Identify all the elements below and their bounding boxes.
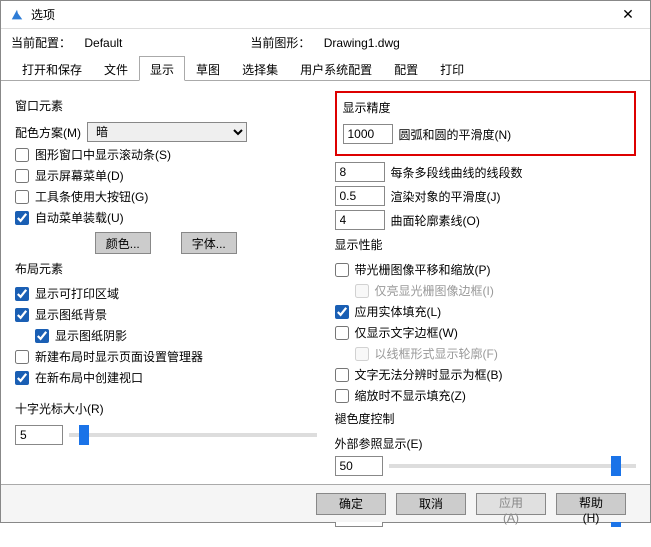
tab-print[interactable]: 打印 — [429, 56, 475, 81]
tab-open-save[interactable]: 打开和保存 — [11, 56, 93, 81]
cb-large-buttons[interactable] — [15, 190, 29, 204]
xref-fade-label: 外部参照显示(E) — [335, 435, 637, 452]
crosshair-slider[interactable] — [69, 433, 317, 437]
cb-text-frame[interactable] — [335, 326, 349, 340]
window-title: 选项 — [31, 6, 55, 23]
apply-button[interactable]: 应用(A) — [476, 493, 546, 515]
color-button[interactable]: 颜色... — [95, 232, 151, 254]
xref-fade-slider[interactable] — [389, 464, 637, 468]
cb-text-as-box[interactable] — [335, 368, 349, 382]
tab-files[interactable]: 文件 — [93, 56, 139, 81]
font-button[interactable]: 字体... — [181, 232, 237, 254]
cb-page-setup-mgr[interactable] — [15, 350, 29, 364]
tab-profiles[interactable]: 配置 — [383, 56, 429, 81]
crosshair-input[interactable] — [15, 425, 63, 445]
cb-printable-area[interactable] — [15, 287, 29, 301]
render-smooth-input[interactable] — [335, 186, 385, 206]
xref-fade-input[interactable] — [335, 456, 383, 476]
cb-screen-menu[interactable] — [15, 169, 29, 183]
cb-scrollbars[interactable] — [15, 148, 29, 162]
help-button[interactable]: 帮助(H) — [556, 493, 626, 515]
close-icon[interactable]: ✕ — [614, 6, 642, 23]
tab-display[interactable]: 显示 — [139, 56, 185, 81]
cb-paper-shadow[interactable] — [35, 329, 49, 343]
section-window-elements: 窗口元素 — [15, 97, 317, 114]
arc-smooth-input[interactable] — [343, 124, 393, 144]
config-value: Default — [84, 36, 122, 50]
tab-user-prefs[interactable]: 用户系统配置 — [289, 56, 383, 81]
arc-smooth-label: 圆弧和圆的平滑度(N) — [399, 126, 512, 143]
section-crosshair: 十字光标大小(R) — [15, 400, 317, 417]
ok-button[interactable]: 确定 — [316, 493, 386, 515]
section-layout-elements: 布局元素 — [15, 260, 317, 277]
scheme-select[interactable]: 暗 — [87, 122, 247, 142]
cb-raster-pan[interactable] — [335, 263, 349, 277]
contour-lines-input[interactable] — [335, 210, 385, 230]
polyline-seg-label: 每条多段线曲线的线段数 — [391, 164, 523, 181]
render-smooth-label: 渲染对象的平滑度(J) — [391, 188, 501, 205]
section-performance: 显示性能 — [335, 236, 637, 253]
cancel-button[interactable]: 取消 — [396, 493, 466, 515]
tab-sketch[interactable]: 草图 — [185, 56, 231, 81]
polyline-seg-input[interactable] — [335, 162, 385, 182]
contour-lines-label: 曲面轮廓素线(O) — [391, 212, 480, 229]
tab-selection[interactable]: 选择集 — [231, 56, 289, 81]
app-icon — [9, 7, 25, 23]
section-fade: 褪色度控制 — [335, 410, 637, 427]
cb-auto-menu[interactable] — [15, 211, 29, 225]
config-label: 当前配置： — [11, 36, 71, 50]
cb-create-viewport[interactable] — [15, 371, 29, 385]
cb-raster-frame — [355, 284, 369, 298]
cb-solid-fill[interactable] — [335, 305, 349, 319]
cb-paper-bg[interactable] — [15, 308, 29, 322]
cb-zoom-no-fill[interactable] — [335, 389, 349, 403]
drawing-label: 当前图形： — [250, 36, 310, 50]
drawing-value: Drawing1.dwg — [324, 36, 400, 50]
cb-wireframe — [355, 347, 369, 361]
scheme-label: 配色方案(M) — [15, 124, 81, 141]
section-precision: 显示精度 — [343, 99, 629, 116]
